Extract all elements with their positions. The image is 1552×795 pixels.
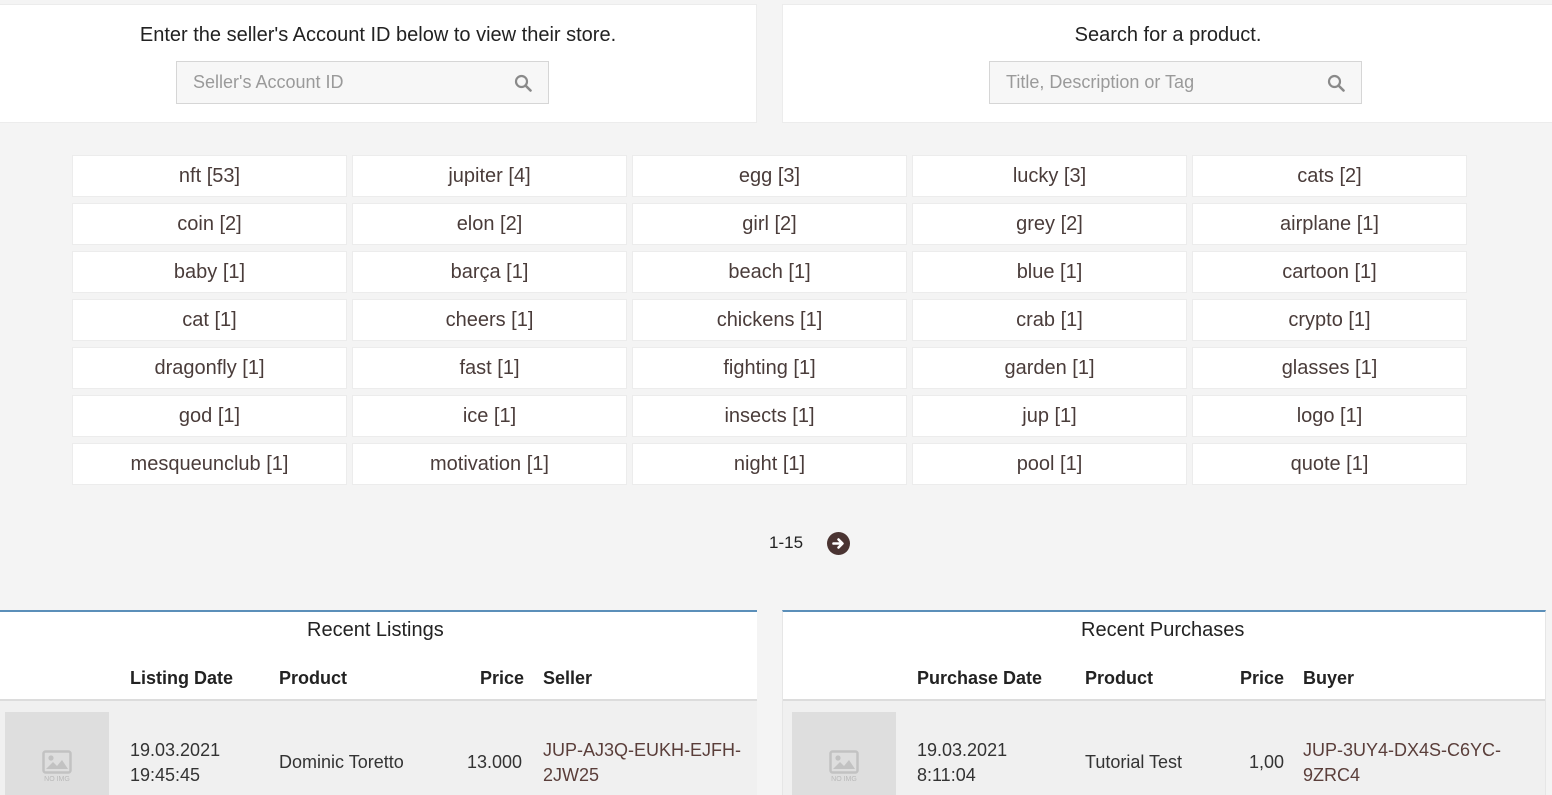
image-placeholder-icon	[829, 750, 859, 774]
tag-item[interactable]: lucky [3]	[912, 155, 1187, 197]
tag-item[interactable]: night [1]	[632, 443, 907, 485]
tag-item[interactable]: elon [2]	[352, 203, 627, 245]
price-header[interactable]: Price	[1240, 668, 1284, 689]
tag-item[interactable]: dragonfly [1]	[72, 347, 347, 389]
recent-purchases-title: Recent Purchases	[1081, 619, 1245, 641]
tag-item[interactable]: egg [3]	[632, 155, 907, 197]
time-text: 8:11:04	[917, 765, 976, 785]
tag-item[interactable]: fighting [1]	[632, 347, 907, 389]
buyer-account-link[interactable]: JUP-3UY4-DX4S-C6YC- 9ZRC4	[1303, 738, 1513, 788]
tag-item[interactable]: pool [1]	[912, 443, 1187, 485]
tag-item[interactable]: motivation [1]	[352, 443, 627, 485]
buyer-account-line: 9ZRC4	[1303, 765, 1361, 785]
product-header[interactable]: Product	[279, 668, 347, 689]
purchase-date-cell: 19.03.2021 8:11:04	[917, 738, 1037, 788]
tag-item[interactable]: crypto [1]	[1192, 299, 1467, 341]
tag-item[interactable]: mesqueunclub [1]	[72, 443, 347, 485]
seller-search-title: Enter the seller's Account ID below to v…	[139, 24, 617, 46]
tag-item[interactable]: jup [1]	[912, 395, 1187, 437]
image-placeholder-icon	[42, 750, 72, 774]
date-text: 19.03.2021	[917, 740, 1008, 760]
tag-item[interactable]: jupiter [4]	[352, 155, 627, 197]
search-icon[interactable]	[1327, 74, 1345, 92]
seller-search-box	[176, 61, 549, 104]
price-header[interactable]: Price	[480, 668, 524, 689]
tag-item[interactable]: baby [1]	[72, 251, 347, 293]
tag-item[interactable]: beach [1]	[632, 251, 907, 293]
tag-item[interactable]: crab [1]	[912, 299, 1187, 341]
price-cell: 1,00	[1248, 752, 1284, 772]
seller-account-line: JUP-AJ3Q-EUKH-EJFH-	[543, 740, 742, 760]
product-search-panel: Search for a product.	[782, 4, 1552, 123]
product-search-input[interactable]	[990, 62, 1310, 103]
arrow-right-circle-icon	[832, 537, 844, 549]
seller-account-link[interactable]: JUP-AJ3Q-EUKH-EJFH- 2JW25	[543, 738, 753, 788]
time-text: 19:45:45	[130, 765, 201, 785]
product-link[interactable]: Tutorial Test	[1085, 750, 1182, 775]
recent-listings-panel: Recent Listings Listing Date Product Pri…	[0, 610, 757, 795]
no-image-label: NO IMG	[44, 776, 70, 783]
tag-item[interactable]: airplane [1]	[1192, 203, 1467, 245]
no-image-label: NO IMG	[831, 776, 857, 783]
tag-item[interactable]: coin [2]	[72, 203, 347, 245]
tag-grid: nft [53] jupiter [4] egg [3] lucky [3] c…	[72, 155, 1468, 485]
tag-item[interactable]: grey [2]	[912, 203, 1187, 245]
tag-item[interactable]: insects [1]	[632, 395, 907, 437]
recent-listings-title: Recent Listings	[307, 619, 444, 641]
product-thumbnail[interactable]: NO IMG	[792, 712, 896, 795]
tag-item[interactable]: cat [1]	[72, 299, 347, 341]
tag-item[interactable]: cats [2]	[1192, 155, 1467, 197]
seller-account-id-input[interactable]	[177, 62, 497, 103]
tag-item[interactable]: girl [2]	[632, 203, 907, 245]
tag-item[interactable]: logo [1]	[1192, 395, 1467, 437]
product-link[interactable]: Dominic Toretto	[279, 750, 404, 775]
page-range: 1-15	[769, 533, 804, 552]
next-page-button[interactable]	[827, 531, 851, 555]
tag-item[interactable]: barça [1]	[352, 251, 627, 293]
listing-date-cell: 19.03.2021 19:45:45	[130, 738, 250, 788]
tag-item[interactable]: nft [53]	[72, 155, 347, 197]
seller-search-panel: Enter the seller's Account ID below to v…	[0, 4, 757, 123]
buyer-account-line: JUP-3UY4-DX4S-C6YC-	[1303, 740, 1502, 760]
date-text: 19.03.2021	[130, 740, 221, 760]
tag-item[interactable]: cheers [1]	[352, 299, 627, 341]
tag-item[interactable]: cartoon [1]	[1192, 251, 1467, 293]
tag-item[interactable]: blue [1]	[912, 251, 1187, 293]
seller-header[interactable]: Seller	[543, 668, 592, 689]
tag-item[interactable]: chickens [1]	[632, 299, 907, 341]
buyer-header[interactable]: Buyer	[1303, 668, 1354, 689]
seller-account-line: 2JW25	[543, 765, 600, 785]
pagination: 1-15	[769, 530, 851, 556]
listing-date-header[interactable]: Listing Date	[130, 668, 233, 689]
product-thumbnail[interactable]: NO IMG	[5, 712, 109, 795]
product-search-box	[989, 61, 1362, 104]
tag-item[interactable]: glasses [1]	[1192, 347, 1467, 389]
product-header[interactable]: Product	[1085, 668, 1153, 689]
tag-item[interactable]: garden [1]	[912, 347, 1187, 389]
tag-item[interactable]: ice [1]	[352, 395, 627, 437]
tag-item[interactable]: fast [1]	[352, 347, 627, 389]
tag-item[interactable]: god [1]	[72, 395, 347, 437]
search-icon[interactable]	[514, 74, 532, 92]
product-search-title: Search for a product.	[1074, 24, 1262, 46]
tag-item[interactable]: quote [1]	[1192, 443, 1467, 485]
price-cell: 13.000	[466, 752, 522, 772]
recent-purchases-panel: Recent Purchases Purchase Date Product P…	[782, 610, 1546, 795]
purchase-date-header[interactable]: Purchase Date	[917, 668, 1042, 689]
